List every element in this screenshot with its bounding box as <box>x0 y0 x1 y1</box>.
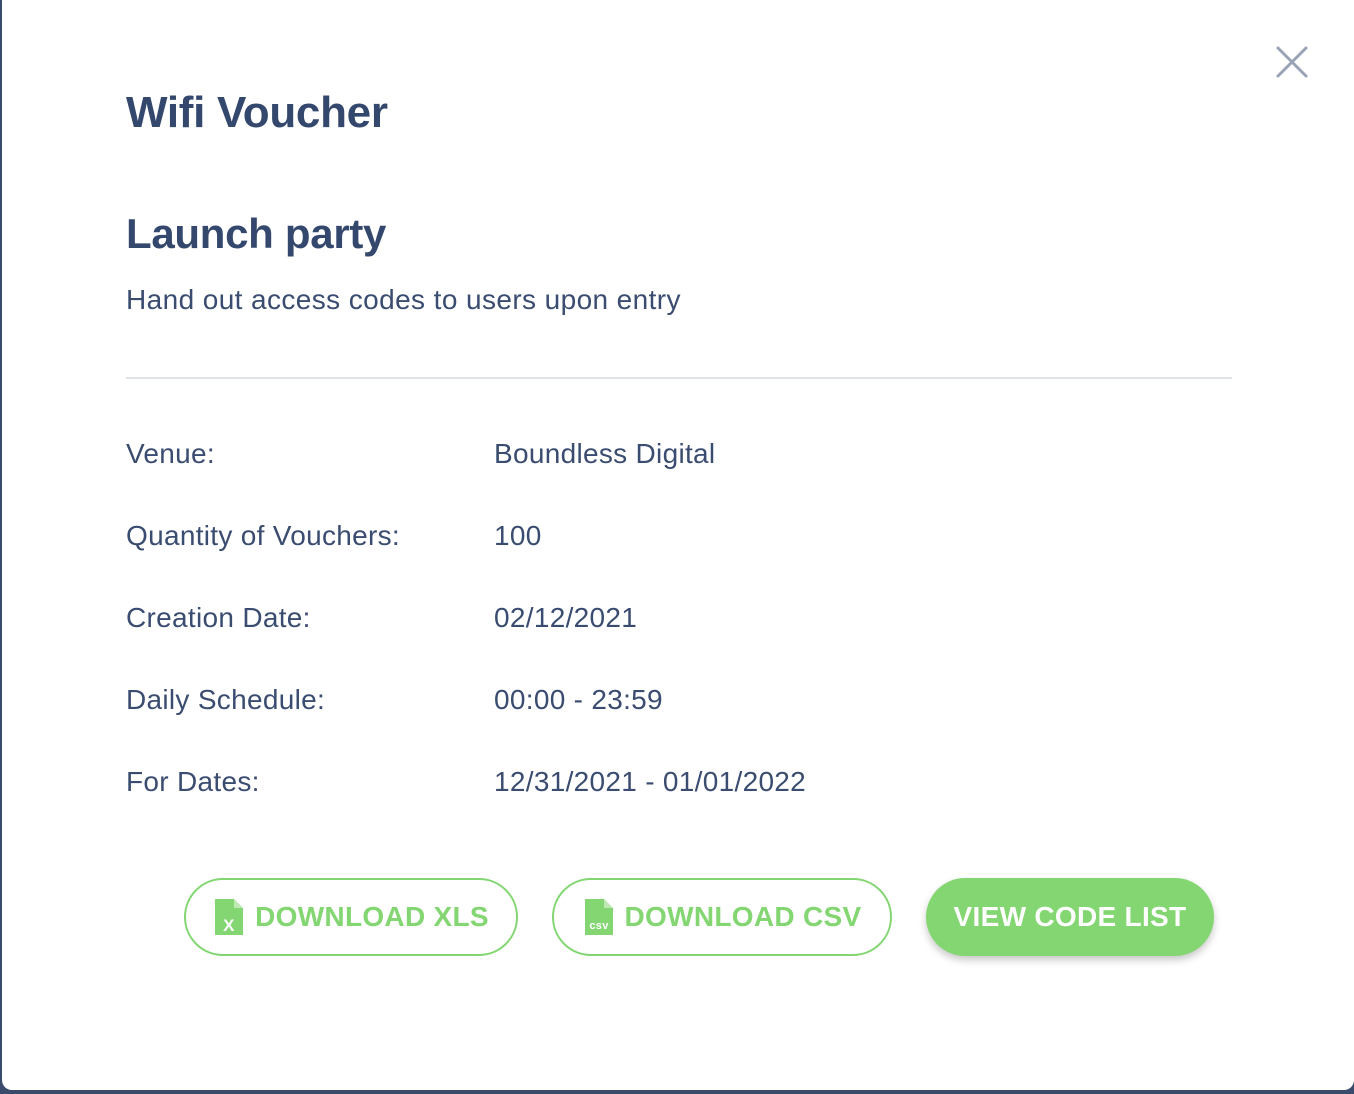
download-xls-label: DOWNLOAD XLS <box>255 901 489 932</box>
detail-row-for-dates: For Dates: 12/31/2021 - 01/01/2022 <box>126 766 1126 848</box>
xls-icon-text: X <box>223 916 235 935</box>
view-code-list-button[interactable]: VIEW CODE LIST <box>926 878 1214 956</box>
xls-file-icon: X <box>215 899 244 935</box>
download-csv-button[interactable]: csv DOWNLOAD CSV <box>552 878 892 956</box>
close-icon <box>1276 46 1308 78</box>
close-button[interactable] <box>1272 42 1312 82</box>
download-xls-button[interactable]: X DOWNLOAD XLS <box>184 878 518 956</box>
csv-file-icon: csv <box>584 899 613 935</box>
detail-row-quantity: Quantity of Vouchers: 100 <box>126 520 1126 602</box>
detail-row-creation-date: Creation Date: 02/12/2021 <box>126 602 1126 684</box>
detail-value: 00:00 - 23:59 <box>494 684 663 715</box>
download-csv-label: DOWNLOAD CSV <box>624 901 862 932</box>
detail-row-daily-schedule: Daily Schedule: 00:00 - 23:59 <box>126 684 1126 766</box>
detail-row-venue: Venue: Boundless Digital <box>126 438 1126 520</box>
voucher-name: Launch party <box>126 210 387 257</box>
voucher-description: Hand out access codes to users upon entr… <box>126 284 681 315</box>
detail-label: Creation Date: <box>126 602 311 633</box>
voucher-details: Venue: Boundless Digital Quantity of Vou… <box>126 438 1126 848</box>
detail-value: 100 <box>494 520 542 551</box>
detail-label: For Dates: <box>126 766 260 797</box>
csv-icon-text: csv <box>589 920 609 932</box>
detail-value: 02/12/2021 <box>494 602 638 633</box>
detail-label: Quantity of Vouchers: <box>126 520 401 551</box>
detail-value: Boundless Digital <box>494 438 716 469</box>
wifi-voucher-modal: Wifi Voucher Launch party Hand out acces… <box>2 0 1354 1090</box>
view-code-list-label: VIEW CODE LIST <box>953 901 1187 932</box>
modal-title: Wifi Voucher <box>126 88 388 137</box>
detail-label: Venue: <box>126 438 215 469</box>
detail-label: Daily Schedule: <box>126 684 326 715</box>
detail-value: 12/31/2021 - 01/01/2022 <box>494 766 807 797</box>
divider <box>126 377 1232 379</box>
